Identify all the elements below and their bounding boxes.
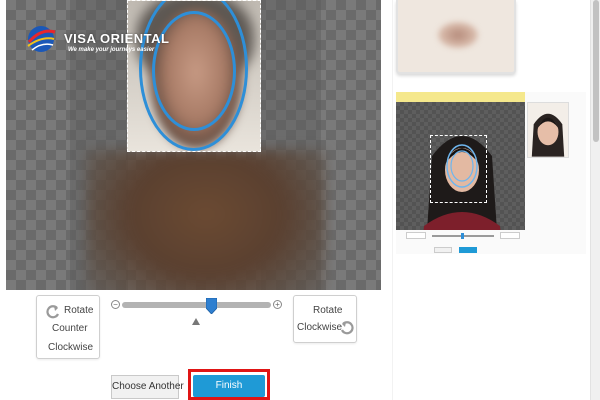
rotate-cw-label-line1: Rotate [313,305,343,316]
globe-logo-icon [27,26,56,52]
example-editor-canvas [396,102,525,230]
rotate-ccw-label-line1: Rotate [64,305,94,316]
vertical-scrollbar[interactable] [590,0,600,400]
zoom-slider-track[interactable] [122,302,271,308]
example-rotate-left [406,232,426,239]
rotate-ccw-label-line3: Clockwise [48,342,94,353]
example-screenshot [396,92,586,254]
example-controls [406,232,521,244]
example-choose-button [434,247,452,253]
preview-face-crop [438,22,478,48]
photo-shoulders [86,150,326,290]
example-notice-bar [396,92,525,102]
photo-editor-canvas[interactable]: VISA ORIENTAL We make your journeys easi… [6,0,381,290]
brand-tagline: We make your journeys easier [68,47,155,53]
rotate-clockwise-icon [340,321,354,335]
rotate-ccw-label-line2: Counter [52,323,88,334]
rotate-cw-label-line2: Clockwise [297,322,343,333]
brand-name: VISA ORIENTAL [64,31,170,46]
watermark-logo: VISA ORIENTAL We make your journeys easi… [24,22,194,62]
finish-button[interactable]: Finish [193,375,265,397]
rotate-clockwise-button[interactable]: Rotate Clockwise [293,295,357,343]
scrollbar-thumb[interactable] [593,0,599,142]
example-crop-frame [430,135,487,203]
preview-thumbnail [396,0,516,74]
column-divider [392,0,393,400]
rotate-counter-clockwise-button[interactable]: Rotate Counter Clockwise [36,295,100,359]
zoom-in-icon[interactable]: + [273,300,282,309]
zoom-slider-handle[interactable] [206,298,218,314]
example-rotate-right [500,232,520,239]
example-result-thumbnail [527,102,569,158]
rotate-counter-clockwise-icon [46,305,60,319]
zoom-out-icon[interactable]: − [111,300,120,309]
example-slider-knob [461,233,464,239]
zoom-default-marker-icon [192,318,200,325]
example-finish-button [459,247,477,253]
choose-another-button[interactable]: Choose Another [111,375,184,399]
passport-photo-cropper: VISA ORIENTAL We make your journeys easi… [0,0,600,400]
